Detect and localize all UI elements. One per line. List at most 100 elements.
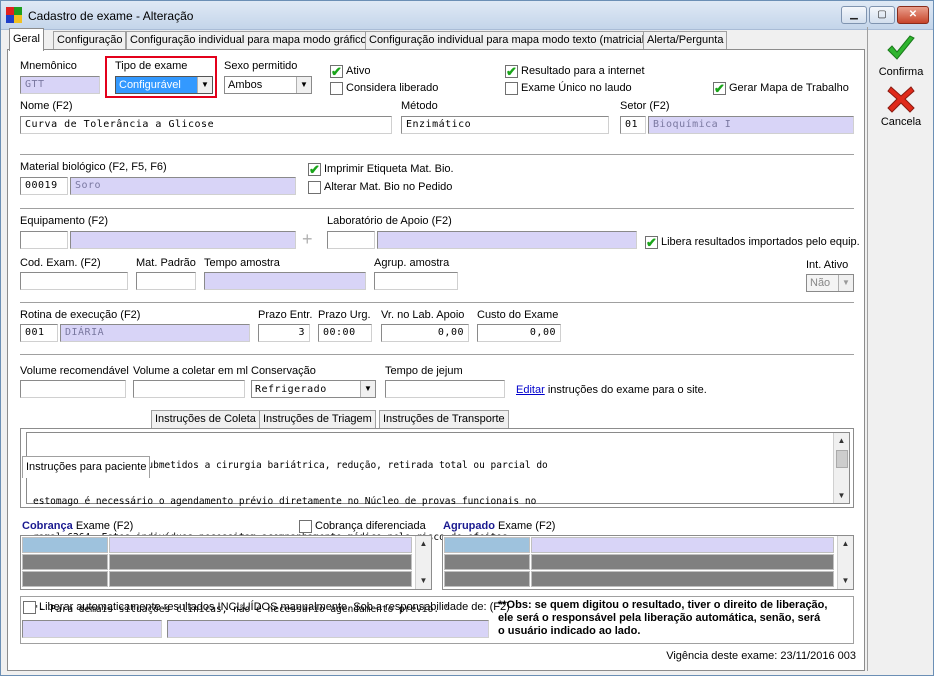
chevron-down-icon[interactable]: ▼ — [197, 77, 212, 93]
cancel-button[interactable]: Cancela — [869, 83, 933, 128]
alterar-mat-bio-checkbox[interactable] — [308, 181, 321, 194]
tempo-jejum-input[interactable] — [385, 380, 505, 398]
prazo-entr-input[interactable]: 3 — [258, 324, 310, 342]
int-ativo-select[interactable]: Não ▼ — [806, 274, 854, 292]
exame-unico-checkbox[interactable] — [505, 82, 518, 95]
mat-padrao-input[interactable] — [136, 272, 196, 290]
tab-config-mapa-grafico[interactable]: Configuração individual para mapa modo g… — [126, 31, 371, 50]
obs-line: ele será o responsável pela liberação au… — [498, 612, 821, 624]
plus-icon[interactable]: + — [302, 229, 313, 250]
custo-exame-input[interactable]: 0,00 — [477, 324, 561, 342]
grid-cell[interactable] — [531, 537, 834, 553]
laboratorio-name-field — [377, 231, 637, 249]
grid-cell[interactable] — [22, 537, 108, 553]
conservacao-value: Refrigerado — [255, 384, 327, 395]
prazo-urg-input[interactable]: 00:00 — [318, 324, 372, 342]
liberar-user-code-field[interactable] — [22, 620, 162, 638]
conservacao-select[interactable]: Refrigerado ▼ — [251, 380, 376, 398]
maximize-button[interactable]: ▢ — [869, 6, 895, 24]
tab-alerta-pergunta[interactable]: Alerta/Pergunta — [643, 31, 728, 50]
nome-label: Nome (F2) — [20, 100, 73, 112]
cobranca-suffix: Exame (F2) — [75, 520, 134, 532]
considera-liberado-checkbox[interactable] — [330, 82, 343, 95]
tab-page-geral: Mnemônico GTT Tipo de exame Configurável… — [7, 49, 865, 671]
metodo-input[interactable]: Enzimático — [401, 116, 609, 134]
scroll-down-icon[interactable]: ▼ — [416, 573, 431, 588]
chevron-down-icon[interactable]: ▼ — [296, 77, 311, 93]
cobranca-diferenciada-checkbox[interactable] — [299, 520, 312, 533]
imprimir-etiqueta-checkbox[interactable]: ✔ — [308, 163, 321, 176]
vr-lab-apoio-input[interactable]: 0,00 — [381, 324, 469, 342]
material-code-input[interactable]: 00019 — [20, 177, 68, 195]
rotina-code-input[interactable]: 001 — [20, 324, 58, 342]
setor-code-input[interactable]: 01 — [620, 116, 646, 134]
tab-geral[interactable]: Geral — [9, 28, 44, 51]
editar-link[interactable]: Editar — [516, 384, 545, 396]
tab-instrucoes-paciente[interactable]: Instruções para paciente — [22, 456, 151, 478]
volume-recomendavel-input[interactable] — [20, 380, 126, 398]
cobranca-grid[interactable]: ▲ ▼ — [20, 535, 432, 590]
prazo-entr-label: Prazo Entr. — [258, 309, 313, 321]
tab-config-mapa-texto[interactable]: Configuração individual para mapa modo t… — [365, 31, 652, 50]
nome-input[interactable]: Curva de Tolerância a Glicose — [20, 116, 392, 134]
resultado-internet-checkbox[interactable]: ✔ — [505, 65, 518, 78]
instructions-scrollbar[interactable]: ▲ ▼ — [833, 433, 849, 503]
equipamento-code-input[interactable] — [20, 231, 68, 249]
int-ativo-value: Não — [810, 277, 831, 289]
tab-instrucoes-coleta[interactable]: Instruções de Coleta — [151, 410, 260, 429]
liberar-auto-checkbox[interactable] — [23, 601, 36, 614]
considera-liberado-label: Considera liberado — [346, 82, 439, 94]
cod-exam-input[interactable] — [20, 272, 128, 290]
liberar-user-name-field[interactable] — [167, 620, 489, 638]
cobranca-scrollbar[interactable]: ▲ ▼ — [415, 536, 431, 589]
tipo-exame-select[interactable]: Configurável ▼ — [115, 76, 213, 94]
app-icon — [6, 7, 22, 23]
gerar-mapa-checkbox[interactable]: ✔ — [713, 82, 726, 95]
tempo-jejum-label: Tempo de jejum — [385, 365, 463, 377]
tab-configuracao[interactable]: Configuração — [53, 31, 127, 50]
grid-cell — [531, 554, 834, 570]
grid-cell — [22, 554, 108, 570]
agrupado-scrollbar[interactable]: ▲ ▼ — [837, 536, 853, 589]
setor-name-field: Bioquímica I — [648, 116, 854, 134]
volume-coletar-input[interactable] — [133, 380, 245, 398]
minimize-button[interactable]: ▁ — [841, 6, 867, 24]
agrup-amostra-input[interactable] — [374, 272, 458, 290]
mnemonico-label: Mnemônico — [20, 60, 77, 72]
scroll-thumb[interactable] — [836, 450, 848, 468]
title-bar: Cadastro de exame - Alteração ▁ ▢ ✕ — [1, 1, 933, 30]
tab-instrucoes-triagem[interactable]: Instruções de Triagem — [259, 410, 376, 429]
chevron-down-icon[interactable]: ▼ — [360, 381, 375, 397]
equipamento-label: Equipamento (F2) — [20, 215, 109, 227]
sexo-select[interactable]: Ambos ▼ — [224, 76, 312, 94]
agrupado-grid[interactable]: ▲ ▼ — [442, 535, 854, 590]
alterar-mat-bio-label: Alterar Mat. Bio no Pedido — [324, 181, 453, 193]
scroll-down-icon[interactable]: ▼ — [834, 488, 849, 503]
agrupado-suffix: Exame (F2) — [498, 520, 556, 532]
grid-cell[interactable] — [444, 537, 530, 553]
scroll-up-icon[interactable]: ▲ — [416, 536, 431, 551]
equipamento-name-field — [70, 231, 296, 249]
volume-recomendavel-label: Volume recomendável — [20, 365, 129, 377]
cobranca-title: Cobrança — [22, 520, 73, 532]
mnemonico-input[interactable]: GTT — [20, 76, 100, 94]
close-button[interactable]: ✕ — [897, 6, 929, 24]
scroll-up-icon[interactable]: ▲ — [838, 536, 853, 551]
tab-instrucoes-transporte[interactable]: Instruções de Transporte — [379, 410, 509, 429]
cobranca-label: Cobrança Exame (F2) — [22, 520, 133, 532]
cod-exam-label: Cod. Exam. (F2) — [20, 257, 101, 269]
editar-instrucoes: Editar instruções do exame para o site. — [516, 384, 707, 396]
laboratorio-code-input[interactable] — [327, 231, 375, 249]
vr-lab-apoio-label: Vr. no Lab. Apoio — [381, 309, 465, 321]
confirm-button[interactable]: Confirma — [869, 33, 933, 78]
liberar-auto-label: Liberar automaticamente resultados INCLU… — [39, 601, 510, 613]
grid-cell[interactable] — [109, 537, 412, 553]
setor-label: Setor (F2) — [620, 100, 670, 112]
scroll-down-icon[interactable]: ▼ — [838, 573, 853, 588]
ativo-checkbox[interactable]: ✔ — [330, 65, 343, 78]
obs-line: o usuário indicado ao lado. — [498, 625, 641, 637]
scroll-up-icon[interactable]: ▲ — [834, 433, 849, 448]
libera-importados-checkbox[interactable]: ✔ — [645, 236, 658, 249]
ativo-label: Ativo — [346, 65, 371, 77]
chevron-down-icon[interactable]: ▼ — [838, 275, 853, 291]
